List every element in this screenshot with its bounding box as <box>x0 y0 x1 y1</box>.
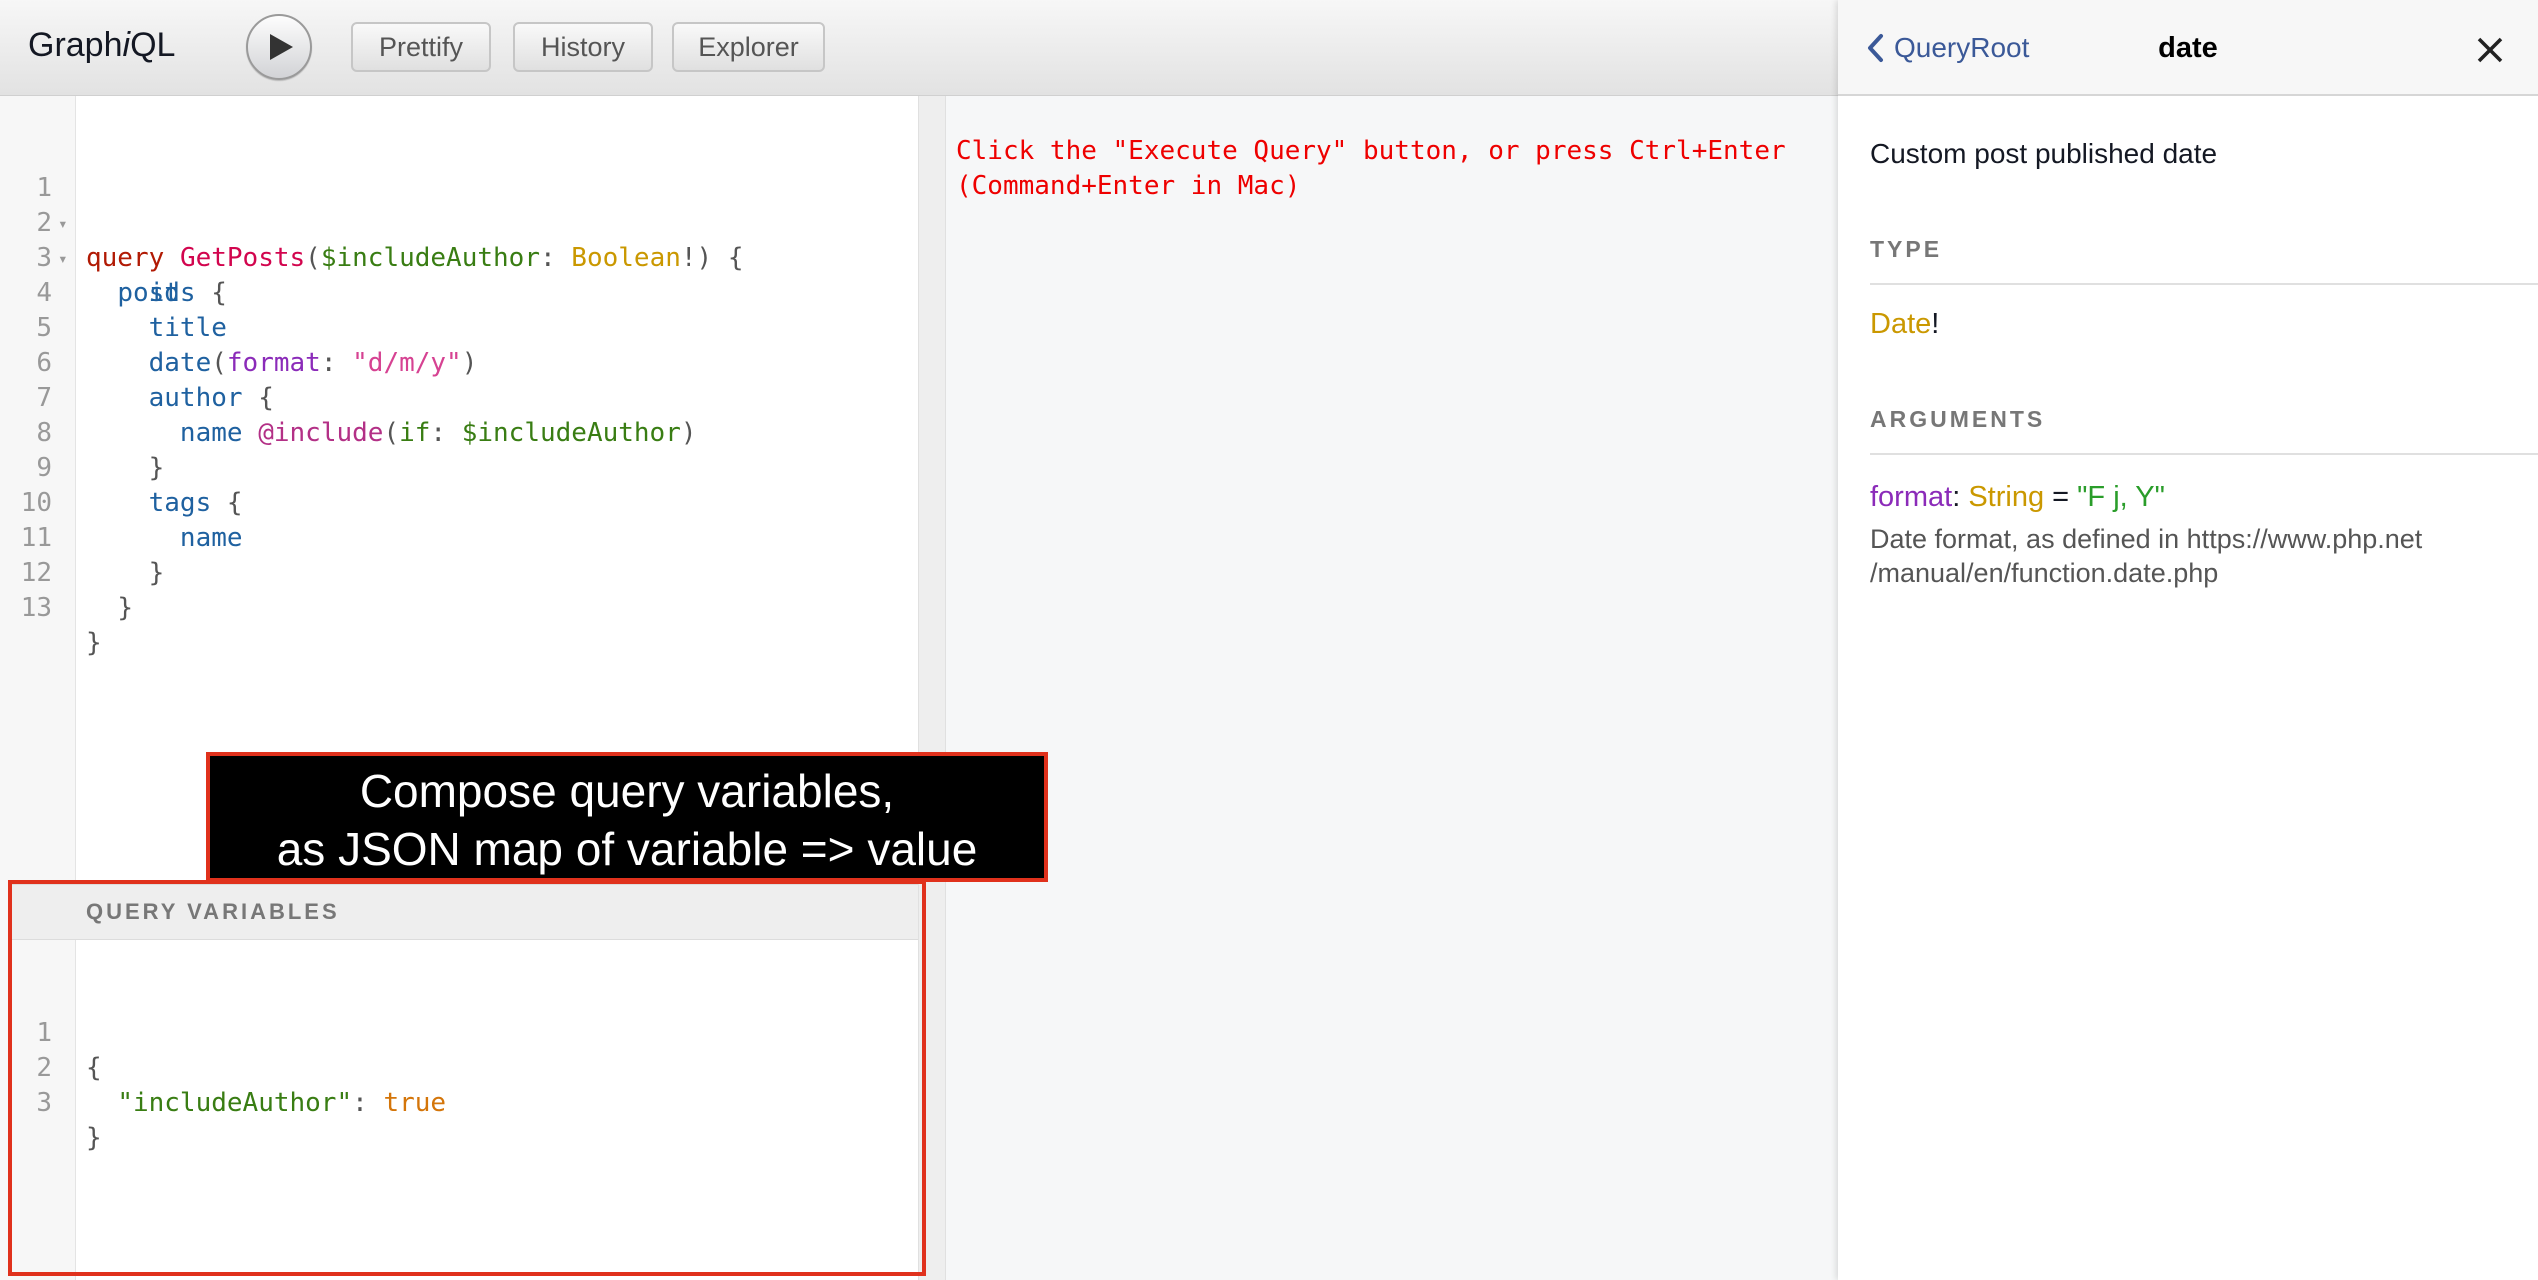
type-link[interactable]: Date <box>1870 308 1931 340</box>
code-line-13: 13 } <box>0 556 918 658</box>
query-variables-title: QUERY VARIABLES <box>86 899 340 924</box>
callout-line-2: as JSON map of variable => value <box>276 823 978 875</box>
explorer-button[interactable]: Explorer <box>672 22 825 72</box>
json-value-token: true <box>383 1088 447 1118</box>
variables-line-3: 3 } <box>0 1051 918 1153</box>
argument-colon: : <box>1952 481 1969 513</box>
non-null-marker: ! <box>1931 308 1940 340</box>
argument-description-line-2: /manual/en/function.date.php <box>1870 558 2219 588</box>
code-line-6: 6 author { <box>0 311 918 413</box>
result-hint-line-1: Click the "Execute Query" button, or pre… <box>956 136 1786 166</box>
callout-line-1: Compose query variables, <box>359 765 895 817</box>
result-hint-line-2: (Command+Enter in Mac) <box>956 171 1301 201</box>
code-line-1: 1 ▾ query GetPosts($includeAuthor: Boole… <box>0 136 918 273</box>
argument-description: Date format, as defined in https://www.p… <box>1870 522 2510 590</box>
logo-suffix: QL <box>130 26 176 64</box>
section-divider <box>1870 453 2538 455</box>
argument-description-line-1: Date format, as defined in https://www.p… <box>1870 524 2423 554</box>
logo-italic: i <box>122 26 131 64</box>
pane-resize-handle[interactable] <box>918 96 946 1280</box>
punct-token: } <box>117 593 133 623</box>
field-description: Custom post published date <box>1870 138 2218 169</box>
argument-equals: = <box>2044 481 2078 513</box>
argument-type-link[interactable]: String <box>1968 481 2044 513</box>
code-line-5: 5 date(format: "d/m/y") <box>0 276 918 378</box>
punct-token: } <box>86 628 102 658</box>
history-button[interactable]: History <box>513 22 653 72</box>
variables-line-2: 2 "includeAuthor": true <box>0 1016 918 1118</box>
doc-explorer-title: date <box>2158 32 2218 64</box>
query-variables-header[interactable]: QUERY VARIABLES <box>8 884 918 940</box>
doc-explorer-header: QueryRoot date <box>1838 0 2538 96</box>
close-icon[interactable] <box>2476 36 2504 64</box>
field-type: Date! <box>1870 308 1939 341</box>
arguments-section-title: ARGUMENTS <box>1870 406 2046 432</box>
toolbar: GraphiQL Prettify History Explorer <box>0 0 1838 96</box>
argument-name: format <box>1870 481 1953 513</box>
argument-format: format: String = "F j, Y" <box>1870 481 2165 514</box>
punct-token: : <box>352 1088 384 1118</box>
code-line-12: 12 } <box>0 521 918 623</box>
code-line-3: 3 id <box>0 206 918 308</box>
result-pane: Click the "Execute Query" button, or pre… <box>946 96 1838 1280</box>
logo-prefix: Graph <box>28 26 123 64</box>
code-line-7: 7 name @include(if: $includeAuthor) <box>0 346 918 448</box>
code-line-4: 4 title <box>0 241 918 343</box>
prettify-button[interactable]: Prettify <box>351 22 491 72</box>
json-key-token: "includeAuthor" <box>117 1088 353 1118</box>
annotation-callout: Compose query variables, as JSON map of … <box>206 752 1048 882</box>
line-number: 3 <box>36 1088 52 1118</box>
line-number: 13 <box>20 593 52 623</box>
type-section-title: TYPE <box>1870 236 1943 262</box>
code-line-9: 9 tags { <box>0 416 918 518</box>
result-hint: Click the "Execute Query" button, or pre… <box>956 134 1786 204</box>
doc-explorer: QueryRoot date Custom post published dat… <box>1838 0 2538 1280</box>
query-editor[interactable]: 1 ▾ query GetPosts($includeAuthor: Boole… <box>0 96 918 1280</box>
play-icon <box>270 34 293 60</box>
code-line-10: 10 name <box>0 451 918 553</box>
section-divider <box>1870 283 2538 285</box>
execute-query-button[interactable] <box>246 14 312 80</box>
punct-token: } <box>86 1123 102 1153</box>
graphiql-logo: GraphiQL <box>28 26 175 65</box>
argument-default-value: "F j, Y" <box>2077 481 2165 513</box>
code-line-11: 11 } <box>0 486 918 588</box>
variables-line-1: 1 { <box>0 981 918 1083</box>
code-line-2: 2 ▾ posts { <box>0 171 918 308</box>
code-line-8: 8 } <box>0 381 918 483</box>
